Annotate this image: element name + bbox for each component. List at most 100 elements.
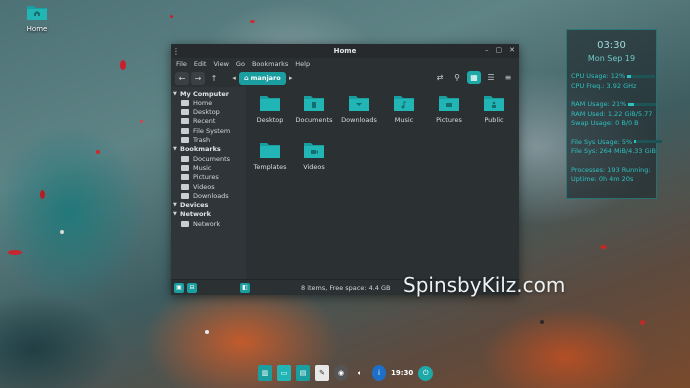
folder-music[interactable]: Music [384,95,424,124]
search-button[interactable]: ⚲ [450,71,464,84]
sidebar-section-my-computer[interactable]: ▼ My Computer [171,89,246,98]
breadcrumb-location[interactable]: ⌂ manjaro [239,71,286,85]
folder-icon [260,96,280,111]
fs-usage-bar [634,140,663,143]
breadcrumb: ◂ ⌂ manjaro ▸ [229,71,296,85]
sidebar-item-documents[interactable]: Documents [171,154,246,163]
clock-time: 03:30 [597,40,626,51]
minimize-button[interactable]: – [485,46,489,54]
sidebar-section-network[interactable]: ▼ Network [171,210,246,219]
desktop-icon [181,109,189,116]
folder-downloads[interactable]: Downloads [339,95,379,124]
pictures-icon [181,174,189,181]
app-icon[interactable]: ◉ [334,365,348,381]
maximize-button[interactable]: ▢ [496,46,503,54]
menu-edit[interactable]: Edit [194,60,207,68]
folder-videos[interactable]: Videos [294,142,334,171]
folder-label: Music [394,116,414,124]
sidebar-item-label: Pictures [193,173,219,182]
sidebar-item-home[interactable]: Home [171,98,246,107]
menu-view[interactable]: View [213,60,228,68]
folder-pictures[interactable]: Pictures [429,95,469,124]
folder-desktop[interactable]: Desktop [250,95,290,124]
info-icon[interactable]: i [372,365,386,381]
ram-usage-bar [628,102,657,106]
fs-usage: File Sys Usage: 5% [571,137,633,146]
sidebar-item-pictures[interactable]: Pictures [171,173,246,182]
folder-icon[interactable]: ▤ [296,365,310,381]
sidebar-item-label: Videos [193,182,215,191]
breadcrumb-label: manjaro [250,74,281,82]
home-icon [181,99,189,106]
folder-public-icon [484,96,504,111]
sidebar-item-file-system[interactable]: File System [171,126,246,135]
breadcrumb-left-arrow-icon[interactable]: ◂ [229,72,239,85]
menu-bar: File Edit View Go Bookmarks Help [171,58,519,69]
close-button[interactable]: ✕ [509,46,515,54]
sidebar-item-music[interactable]: Music [171,163,246,172]
sidebar-item-label: File System [193,126,231,135]
section-label: My Computer [180,89,229,98]
sidebar-item-downloads[interactable]: Downloads [171,192,246,201]
sidebar-item-label: Home [193,98,213,107]
folder-pictures-icon [439,96,459,111]
sidebar-item-recent[interactable]: Recent [171,117,246,126]
list-view-button[interactable]: ☰ [484,71,498,84]
collapse-caret-icon: ▼ [173,90,177,97]
toggle-sidebar-button[interactable]: ◧ [240,282,250,293]
home-icon: ⌂ [244,74,249,82]
collapse-caret-icon: ▼ [173,146,177,153]
window-menu-icon[interactable]: ⋮ [171,47,181,56]
sidebar-section-bookmarks[interactable]: ▼ Bookmarks [171,145,246,154]
sidebar-item-label: Desktop [193,108,220,117]
breadcrumb-right-arrow-icon[interactable]: ▸ [286,72,296,85]
toolbar: ← → ↑ ◂ ⌂ manjaro ▸ ⇄ ⚲ ▦ ☰ ≡ [171,69,519,87]
compact-view-button[interactable]: ≡ [501,71,515,84]
cpu-usage: CPU Usage: 12% [571,72,626,80]
folder-label: Downloads [341,116,377,124]
clock-date: Mon Sep 19 [587,54,636,63]
folder-label: Templates [253,163,287,171]
folder-documents[interactable]: Documents [294,95,334,124]
volume-icon[interactable]: 🔈︎ [353,365,367,381]
cpu-usage-bar [627,74,656,78]
downloads-icon [181,193,189,200]
power-icon[interactable]: ⏻ [418,365,434,381]
sidebar-section-devices[interactable]: ▼ Devices [171,201,246,210]
toggle-location-button[interactable]: ⇄ [433,71,447,84]
files-icon[interactable]: ▭ [277,365,291,381]
text-editor-icon[interactable]: ✎ [315,365,329,381]
sidebar-item-trash[interactable]: Trash [171,136,246,145]
sidebar-item-desktop[interactable]: Desktop [171,107,246,116]
folder-label: Public [484,116,504,124]
cpu-freq: CPU Freq.: 3.92 GHz [571,81,637,90]
cpu-usage-bar-fill [627,74,631,78]
forward-button[interactable]: → [191,71,205,85]
fs-usage-bar-fill [634,140,636,143]
menu-bookmarks[interactable]: Bookmarks [252,60,288,68]
desktop-home-icon[interactable]: Home [22,4,52,33]
drive-icon [181,127,189,134]
back-button[interactable]: ← [175,71,189,85]
menu-go[interactable]: Go [236,60,245,68]
file-grid: Desktop Documents Downloads Music Pictur… [246,87,519,279]
folder-public[interactable]: Public [474,95,514,124]
menu-help[interactable]: Help [295,60,310,68]
show-tree-button[interactable]: ⊟ [187,282,197,293]
trash-icon [181,137,189,144]
icon-view-button[interactable]: ▦ [467,71,481,84]
folder-templates[interactable]: Templates [250,142,290,171]
title-bar[interactable]: ⋮ Home – ▢ ✕ [171,44,519,58]
ram-usage-line: RAM Usage: 21% [567,100,657,110]
up-button[interactable]: ↑ [207,72,221,85]
sidebar-item-label: Documents [193,154,231,163]
ram-used: RAM Used: 1.22 GiB/5.77 [571,109,653,118]
ram-usage-bar-fill [628,102,635,106]
sidebar-item-network[interactable]: Network [171,219,246,228]
network-icon [181,220,189,227]
section-label: Bookmarks [180,145,221,154]
manjaro-logo-icon[interactable]: ▥ [258,365,272,381]
sidebar-item-videos[interactable]: Videos [171,182,246,191]
menu-file[interactable]: File [176,60,187,68]
show-places-button[interactable]: ▣ [174,282,184,293]
